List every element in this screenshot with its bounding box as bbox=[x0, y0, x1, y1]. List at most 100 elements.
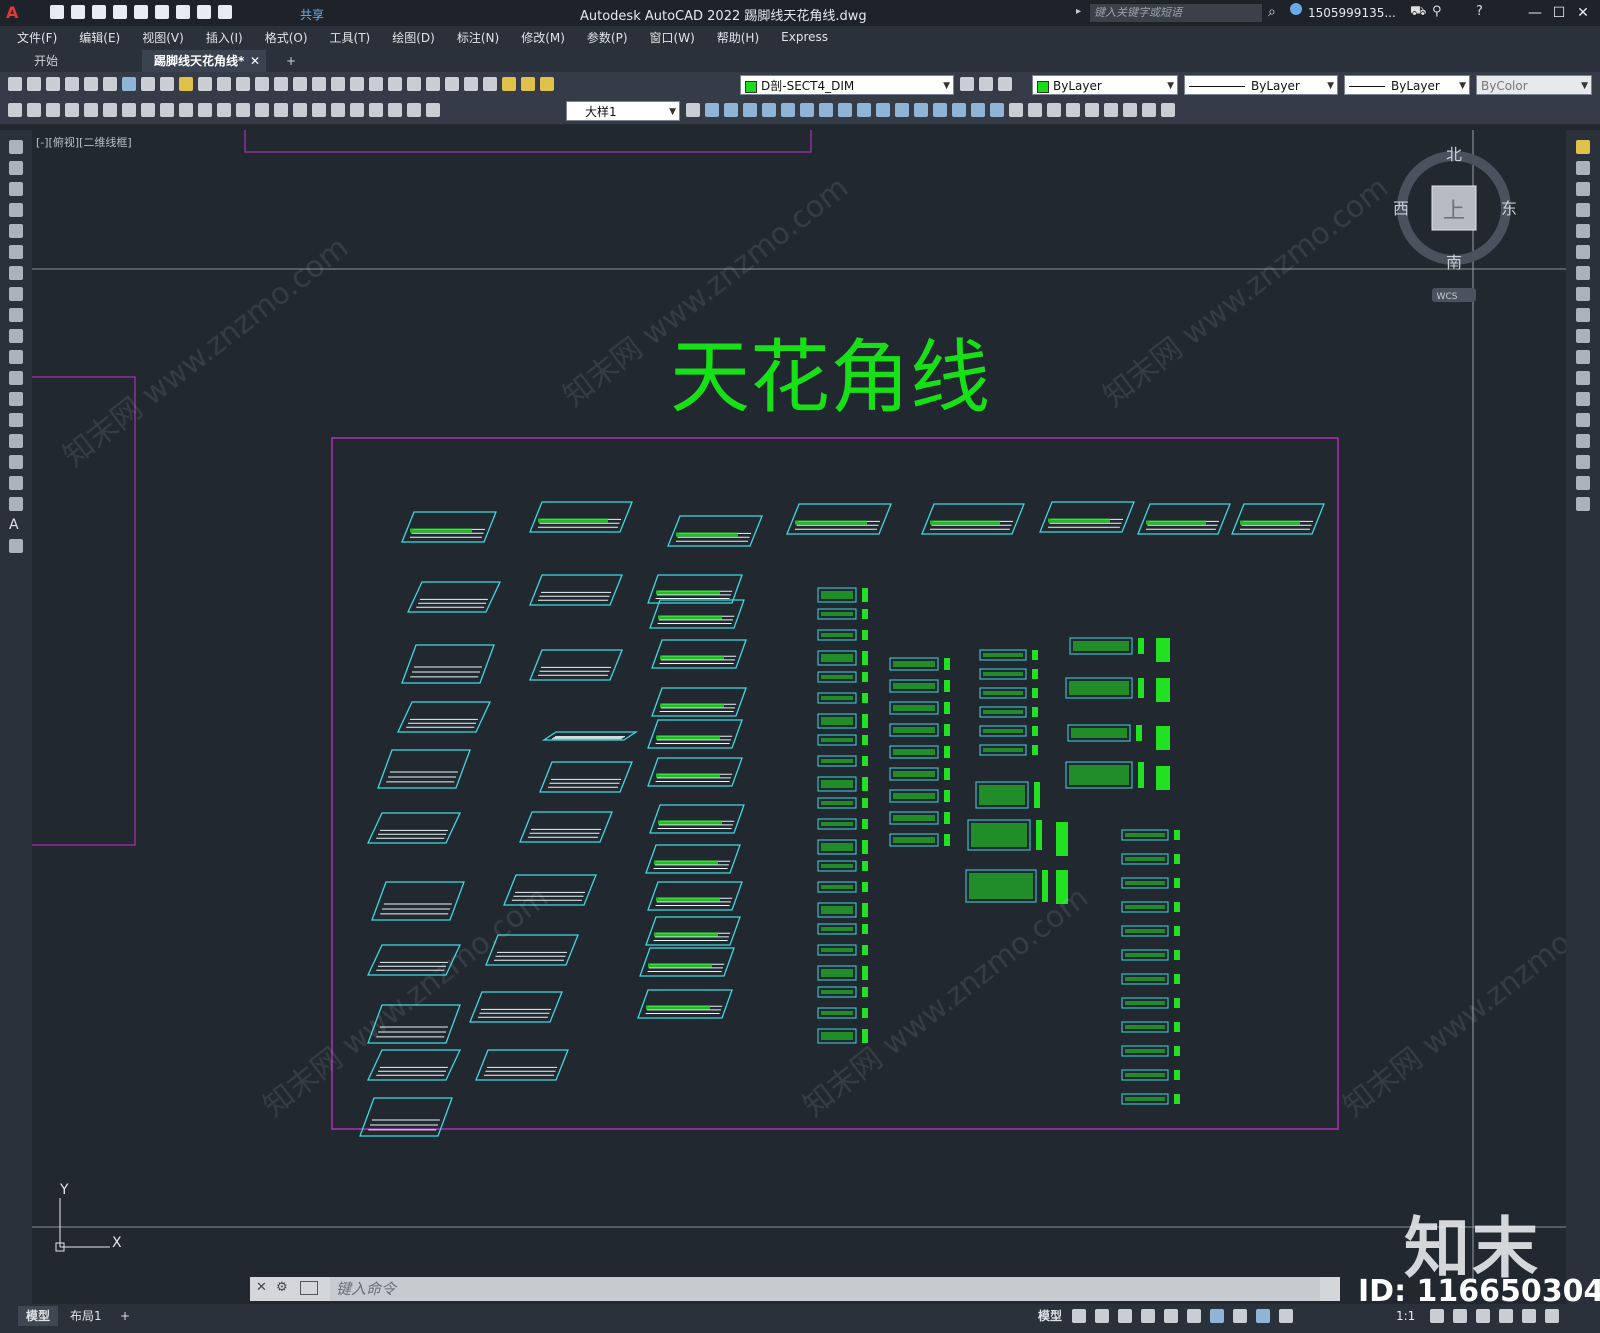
isolate-objects-icon[interactable] bbox=[1499, 1309, 1513, 1323]
spline-icon[interactable] bbox=[9, 308, 23, 322]
rotate-icon[interactable] bbox=[819, 103, 833, 117]
menu-modify[interactable]: 修改(M) bbox=[510, 29, 576, 46]
save-icon[interactable] bbox=[92, 5, 106, 19]
line-icon[interactable] bbox=[9, 140, 23, 154]
stretch-icon[interactable] bbox=[857, 103, 871, 117]
units-icon[interactable] bbox=[1476, 1309, 1490, 1323]
multileader-style-icon[interactable] bbox=[27, 103, 41, 117]
baseline-dim-icon[interactable] bbox=[236, 103, 250, 117]
zoom-window-icon[interactable] bbox=[312, 77, 326, 91]
menu-parametric[interactable]: 参数(P) bbox=[576, 29, 639, 46]
viewport-controls[interactable]: [-][俯视][二维线框] bbox=[36, 134, 132, 150]
make-block-icon[interactable] bbox=[9, 392, 23, 406]
tab-layout1[interactable]: 布局1 bbox=[62, 1306, 110, 1326]
tab-start[interactable]: 开始 bbox=[22, 50, 70, 72]
move-icon[interactable] bbox=[800, 103, 814, 117]
markup-icon[interactable] bbox=[426, 77, 440, 91]
chamfer-icon[interactable] bbox=[952, 103, 966, 117]
cut-icon[interactable] bbox=[141, 77, 155, 91]
hatch-back-icon[interactable] bbox=[1085, 103, 1099, 117]
trim-icon[interactable] bbox=[1576, 329, 1590, 343]
trim-icon[interactable] bbox=[876, 103, 890, 117]
array-icon[interactable] bbox=[1576, 224, 1590, 238]
lineweight-icon[interactable] bbox=[1233, 1309, 1247, 1323]
point-icon[interactable] bbox=[9, 413, 23, 427]
ordinate-dim-icon[interactable] bbox=[122, 103, 136, 117]
help-icon[interactable] bbox=[464, 77, 478, 91]
compass-south[interactable]: 南 bbox=[1446, 253, 1462, 272]
aligned-dim-icon[interactable] bbox=[84, 103, 98, 117]
lineweight-dropdown[interactable]: ByLayer ▼ bbox=[1344, 75, 1470, 95]
layer-on-icon[interactable] bbox=[502, 77, 516, 91]
new-tab-button[interactable]: + bbox=[274, 50, 308, 72]
hatch-icon[interactable] bbox=[9, 434, 23, 448]
move-icon[interactable] bbox=[1576, 245, 1590, 259]
linetype-dropdown[interactable]: ByLayer ▼ bbox=[1184, 75, 1338, 95]
compass-east[interactable]: 东 bbox=[1501, 199, 1517, 218]
inspection-icon[interactable] bbox=[350, 103, 364, 117]
layer-lock-icon[interactable] bbox=[540, 77, 554, 91]
construction-line-icon[interactable] bbox=[9, 161, 23, 175]
clip-icon[interactable] bbox=[1161, 103, 1175, 117]
autocad-logo-icon[interactable]: A bbox=[6, 3, 18, 22]
menu-dimension[interactable]: 标注(N) bbox=[446, 29, 510, 46]
circle-icon[interactable] bbox=[9, 266, 23, 280]
scale-icon[interactable] bbox=[1576, 287, 1590, 301]
menu-file[interactable]: 文件(F) bbox=[6, 29, 68, 46]
revcloud-icon[interactable] bbox=[9, 287, 23, 301]
scale-icon[interactable] bbox=[838, 103, 852, 117]
snap-icon[interactable] bbox=[1095, 1309, 1109, 1323]
osnap-icon[interactable] bbox=[1210, 1309, 1224, 1323]
annotation-scale[interactable]: 1:1 bbox=[1396, 1309, 1415, 1323]
customize-icon[interactable]: ⚙ bbox=[276, 1280, 288, 1295]
pan-icon[interactable] bbox=[274, 77, 288, 91]
copy-icon[interactable] bbox=[1576, 161, 1590, 175]
arc-length-dim-icon[interactable] bbox=[103, 103, 117, 117]
plot-icon[interactable] bbox=[176, 5, 190, 19]
plot-icon[interactable] bbox=[65, 77, 79, 91]
polar-icon[interactable] bbox=[1141, 1309, 1155, 1323]
layer-dropdown[interactable]: D剖-SECT4_DIM ▼ bbox=[740, 75, 954, 95]
linear-dim-icon[interactable] bbox=[65, 103, 79, 117]
add-layout-button[interactable]: + bbox=[112, 1306, 138, 1326]
text-front-icon[interactable] bbox=[1066, 103, 1080, 117]
draw-order-icon[interactable] bbox=[1009, 103, 1023, 117]
tab-drawing[interactable]: 踢脚线天花角线* ✕ bbox=[142, 50, 266, 72]
3d-dwf-icon[interactable] bbox=[122, 77, 136, 91]
send-back-icon[interactable] bbox=[1047, 103, 1061, 117]
explode-icon[interactable] bbox=[1576, 497, 1590, 511]
ortho-icon[interactable] bbox=[1118, 1309, 1132, 1323]
menu-format[interactable]: 格式(O) bbox=[254, 29, 319, 46]
insert-block-icon[interactable] bbox=[9, 371, 23, 385]
menu-tools[interactable]: 工具(T) bbox=[319, 29, 382, 46]
customization-icon[interactable] bbox=[1545, 1309, 1559, 1323]
close-icon[interactable]: ✕ bbox=[256, 1280, 267, 1295]
jogged-linear-icon[interactable] bbox=[369, 103, 383, 117]
offset-icon[interactable] bbox=[762, 103, 776, 117]
menu-draw[interactable]: 绘图(D) bbox=[381, 29, 446, 46]
fillet-icon[interactable] bbox=[1576, 455, 1590, 469]
grid-icon[interactable] bbox=[1072, 1309, 1086, 1323]
erase-icon[interactable] bbox=[705, 103, 719, 117]
tab-close-icon[interactable]: ✕ bbox=[250, 50, 260, 72]
copy-icon[interactable] bbox=[160, 77, 174, 91]
dim-edit-icon[interactable] bbox=[388, 103, 402, 117]
rectangle-icon[interactable] bbox=[9, 224, 23, 238]
add-selected-icon[interactable] bbox=[9, 539, 23, 553]
polygon-icon[interactable] bbox=[9, 203, 23, 217]
arc-icon[interactable] bbox=[9, 245, 23, 259]
layer-freeze-icon[interactable] bbox=[521, 77, 535, 91]
dim-style-manager-icon[interactable] bbox=[686, 103, 700, 117]
compass-west[interactable]: 西 bbox=[1393, 199, 1409, 218]
workspace-gear-icon[interactable] bbox=[1430, 1309, 1444, 1323]
stretch-icon[interactable] bbox=[1576, 308, 1590, 322]
jogged-dim-icon[interactable] bbox=[160, 103, 174, 117]
undo-icon[interactable] bbox=[236, 77, 250, 91]
menu-express[interactable]: Express bbox=[770, 30, 839, 44]
drawing-canvas[interactable]: 天花角线 Y X 上 北 南 东 西 WCS 知末网 www.znzmo.com… bbox=[32, 130, 1566, 1280]
dim-update-icon[interactable] bbox=[426, 103, 440, 117]
undo-icon[interactable] bbox=[197, 5, 211, 19]
save-web-icon[interactable] bbox=[155, 5, 169, 19]
break-icon[interactable] bbox=[1576, 392, 1590, 406]
help-icon[interactable]: ? bbox=[1476, 4, 1483, 19]
